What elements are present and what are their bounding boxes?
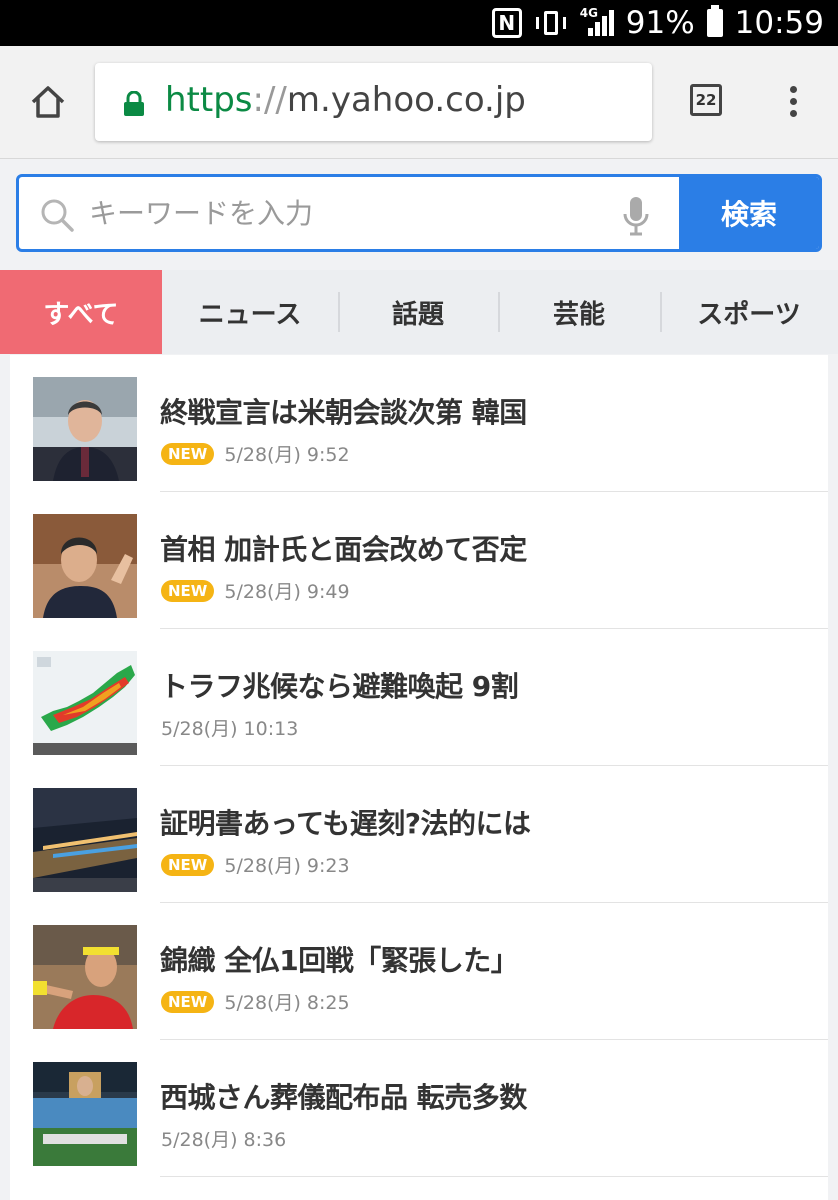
news-title: 証明書あっても遅刻?法的には	[160, 807, 531, 840]
news-title: 西城さん葬儀配布品 転売多数	[160, 1081, 527, 1114]
url-host: m.yahoo.co.jp	[286, 80, 526, 120]
news-thumbnail	[33, 788, 137, 892]
tab-switcher-button[interactable]: 22	[690, 84, 722, 116]
news-title: トラフ兆候なら避難喚起 9割	[160, 670, 519, 703]
network-type: 4G	[579, 6, 598, 20]
url-separator: ://	[252, 80, 287, 120]
divider	[160, 1176, 828, 1177]
news-title: 首相 加計氏と面会改めて否定	[160, 533, 527, 566]
news-meta: NEW 5/28(月) 9:23	[161, 851, 350, 878]
tab-topics-label: 話題	[391, 299, 444, 330]
tab-entertainment-label: 芸能	[552, 299, 605, 330]
news-thumbnail	[33, 377, 137, 481]
status-bar: N 4G 91% 10:59	[0, 0, 838, 46]
search-input[interactable]	[89, 177, 609, 249]
address-bar[interactable]: https://m.yahoo.co.jp	[95, 63, 652, 141]
news-time: 5/28(月) 9:49	[224, 581, 350, 603]
news-time: 5/28(月) 8:36	[161, 1129, 287, 1151]
news-time: 5/28(月) 8:25	[224, 992, 350, 1014]
url-text: https://m.yahoo.co.jp	[165, 80, 526, 120]
news-item[interactable]: トラフ兆候なら避難喚起 9割 5/28(月) 10:13	[10, 629, 828, 766]
news-meta: 5/28(月) 10:13	[161, 714, 298, 741]
category-tabs: すべて ニュース 話題 芸能 スポーツ	[0, 270, 838, 354]
new-badge: NEW	[161, 579, 215, 602]
news-time: 5/28(月) 9:52	[224, 444, 350, 466]
search-button[interactable]: 検索	[679, 177, 819, 249]
search-box: 検索	[16, 174, 822, 252]
news-thumbnail	[33, 925, 137, 1029]
news-item[interactable]: 錦織 全仏1回戦「緊張した」 NEW 5/28(月) 8:25	[10, 903, 828, 1040]
browser-toolbar: https://m.yahoo.co.jp 22	[0, 46, 838, 159]
news-item[interactable]: 終戦宣言は米朝会談次第 韓国 NEW 5/28(月) 9:52	[10, 355, 828, 492]
news-time: 5/28(月) 10:13	[161, 718, 299, 740]
news-time: 5/28(月) 9:23	[224, 855, 350, 877]
tab-entertainment[interactable]: 芸能	[498, 270, 660, 354]
news-meta: NEW 5/28(月) 8:25	[161, 988, 350, 1015]
news-meta: NEW 5/28(月) 9:52	[161, 440, 350, 467]
news-meta: 5/28(月) 8:36	[161, 1125, 286, 1152]
news-thumbnail	[33, 651, 137, 755]
news-list: 終戦宣言は米朝会談次第 韓国 NEW 5/28(月) 9:52 首相 加計氏と面…	[10, 355, 828, 1200]
vibrate-icon	[534, 9, 568, 37]
tab-sports[interactable]: スポーツ	[660, 270, 838, 354]
news-item[interactable]: 首相 加計氏と面会改めて否定 NEW 5/28(月) 9:49	[10, 492, 828, 629]
news-title: 終戦宣言は米朝会談次第 韓国	[160, 396, 527, 429]
news-thumbnail	[33, 514, 137, 618]
battery-percent: 91%	[625, 5, 695, 41]
new-badge: NEW	[161, 990, 215, 1013]
home-icon[interactable]	[28, 82, 68, 122]
tab-sports-label: スポーツ	[697, 299, 801, 330]
lock-icon	[124, 91, 144, 116]
tab-news[interactable]: ニュース	[162, 270, 338, 354]
new-badge: NEW	[161, 442, 215, 465]
search-icon	[41, 199, 74, 232]
news-item[interactable]: 西城さん葬儀配布品 転売多数 5/28(月) 8:36	[10, 1040, 828, 1177]
url-scheme: https	[165, 80, 253, 120]
news-thumbnail	[33, 1062, 137, 1166]
tab-topics[interactable]: 話題	[338, 270, 498, 354]
microphone-icon[interactable]	[621, 195, 651, 237]
tab-all[interactable]: すべて	[0, 270, 162, 354]
new-badge: NEW	[161, 853, 215, 876]
overflow-menu-icon[interactable]	[788, 86, 798, 122]
nfc-icon: N	[491, 8, 522, 38]
clock: 10:59	[734, 5, 824, 41]
tab-news-label: ニュース	[198, 299, 302, 330]
battery-icon	[706, 5, 723, 37]
signal-icon: 4G	[579, 6, 614, 38]
news-meta: NEW 5/28(月) 9:49	[161, 577, 350, 604]
search-area: 検索	[0, 159, 838, 269]
news-title: 錦織 全仏1回戦「緊張した」	[160, 944, 519, 977]
news-item[interactable]: 証明書あっても遅刻?法的には NEW 5/28(月) 9:23	[10, 766, 828, 903]
